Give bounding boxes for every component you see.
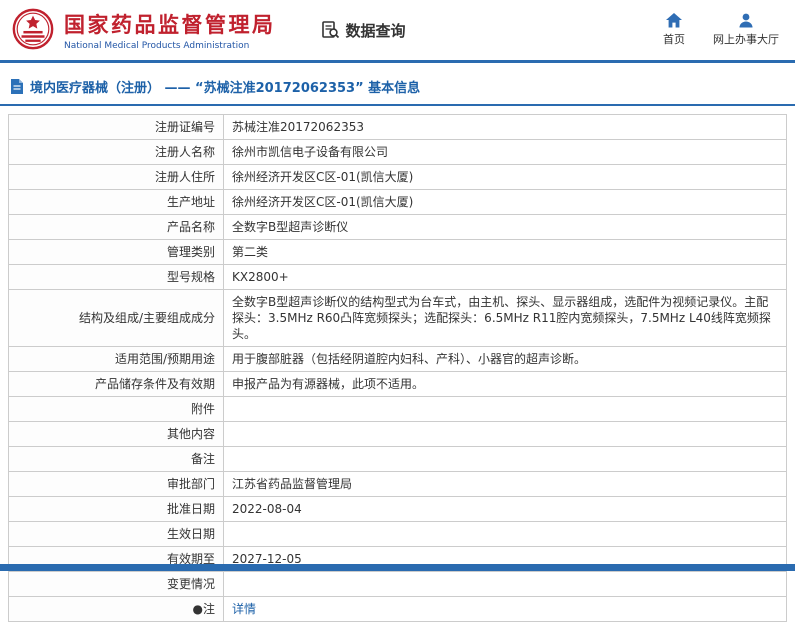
- row-label: 审批部门: [8, 471, 224, 497]
- header-right-nav: 首页 网上办事大厅: [663, 13, 779, 47]
- table-row: 备注: [8, 446, 787, 472]
- row-value: [223, 446, 787, 472]
- row-label: 生效日期: [8, 521, 224, 547]
- registration-info-table: 注册证编号 苏械注准20172062353 注册人名称 徐州市凯信电子设备有限公司 注册…: [8, 114, 787, 622]
- table-row: 附件: [8, 396, 787, 422]
- table-row: 注册人名称 徐州市凯信电子设备有限公司: [8, 139, 787, 165]
- data-query-icon: [321, 21, 339, 39]
- row-value: 详情: [223, 596, 787, 622]
- header: 国家药品监督管理局 National Medical Products Admi…: [0, 0, 795, 60]
- page-title-bar: 境内医疗器械（注册） —— “苏械注准20172062353” 基本信息: [0, 77, 795, 106]
- table-row: 产品储存条件及有效期 申报产品为有源器械，此项不适用。: [8, 371, 787, 397]
- row-value: 徐州经济开发区C区-01(凯信大厦): [223, 164, 787, 190]
- row-label: 注册证编号: [8, 114, 224, 140]
- online-hall-label: 网上办事大厅: [713, 33, 779, 46]
- table-row: 变更情况: [8, 571, 787, 597]
- table-row: ●注 详情: [8, 596, 787, 622]
- brand-text: 国家药品监督管理局 National Medical Products Admi…: [64, 9, 276, 51]
- row-value: 徐州经济开发区C区-01(凯信大厦): [223, 189, 787, 215]
- row-label: 附件: [8, 396, 224, 422]
- table-row: 生产地址 徐州经济开发区C区-01(凯信大厦): [8, 189, 787, 215]
- page-title: 境内医疗器械（注册） —— “苏械注准20172062353” 基本信息: [30, 81, 421, 96]
- row-value: 全数字B型超声诊断仪的结构型式为台车式，由主机、探头、显示器组成，选配件为视频记…: [223, 289, 787, 347]
- row-value: 申报产品为有源器械，此项不适用。: [223, 371, 787, 397]
- table-row: 注册证编号 苏械注准20172062353: [8, 114, 787, 140]
- agency-name-en: National Medical Products Administration: [64, 41, 250, 51]
- online-hall-link[interactable]: 网上办事大厅: [713, 13, 779, 47]
- row-value: 第二类: [223, 239, 787, 265]
- row-label: ●注: [8, 596, 224, 622]
- document-icon: [11, 79, 23, 94]
- data-query-nav[interactable]: 数据查询: [320, 20, 406, 41]
- row-label: 产品储存条件及有效期: [8, 371, 224, 397]
- home-label: 首页: [663, 33, 685, 46]
- data-query-label: 数据查询: [345, 21, 406, 40]
- row-label: 适用范围/预期用途: [8, 346, 224, 372]
- row-value: 苏械注准20172062353: [223, 114, 787, 140]
- table-row: 管理类别 第二类: [8, 239, 787, 265]
- table-row: 其他内容: [8, 421, 787, 447]
- row-value: [223, 396, 787, 422]
- table-row: 产品名称 全数字B型超声诊断仪: [8, 214, 787, 240]
- row-label: 结构及组成/主要组成成分: [8, 289, 224, 347]
- brand: 国家药品监督管理局 National Medical Products Admi…: [10, 7, 276, 53]
- row-value: KX2800+: [223, 264, 787, 290]
- row-value: 用于腹部脏器（包括经阴道腔内妇科、产科）、小器官的超声诊断。: [223, 346, 787, 372]
- table-row: 型号规格 KX2800+: [8, 264, 787, 290]
- user-icon: [739, 13, 753, 28]
- home-link[interactable]: 首页: [663, 13, 685, 47]
- home-icon: [666, 13, 682, 28]
- header-divider-bar: [0, 60, 795, 63]
- detail-link[interactable]: 详情: [232, 602, 256, 616]
- row-label: 批准日期: [8, 496, 224, 522]
- row-value: 江苏省药品监督管理局: [223, 471, 787, 497]
- table-row: 注册人住所 徐州经济开发区C区-01(凯信大厦): [8, 164, 787, 190]
- row-value: [223, 521, 787, 547]
- row-label: 产品名称: [8, 214, 224, 240]
- content-area: 注册证编号 苏械注准20172062353 注册人名称 徐州市凯信电子设备有限公司 注册…: [8, 114, 787, 622]
- row-value: 全数字B型超声诊断仪: [223, 214, 787, 240]
- row-value: 2022-08-04: [223, 496, 787, 522]
- agency-name-cn: 国家药品监督管理局: [64, 13, 276, 37]
- row-label: 注册人名称: [8, 139, 224, 165]
- row-label: 变更情况: [8, 571, 224, 597]
- table-row: 结构及组成/主要组成成分 全数字B型超声诊断仪的结构型式为台车式，由主机、探头、显…: [8, 289, 787, 347]
- table-row: 生效日期: [8, 521, 787, 547]
- row-label: 管理类别: [8, 239, 224, 265]
- row-label: 备注: [8, 446, 224, 472]
- row-label: 其他内容: [8, 421, 224, 447]
- row-label: 型号规格: [8, 264, 224, 290]
- table-row: 适用范围/预期用途 用于腹部脏器（包括经阴道腔内妇科、产科）、小器官的超声诊断。: [8, 346, 787, 372]
- row-value: [223, 421, 787, 447]
- footer-bar: [0, 564, 795, 571]
- nmpa-emblem-logo: [12, 8, 54, 50]
- row-label: 生产地址: [8, 189, 224, 215]
- row-value: 徐州市凯信电子设备有限公司: [223, 139, 787, 165]
- row-value: [223, 571, 787, 597]
- table-row: 批准日期 2022-08-04: [8, 496, 787, 522]
- table-row: 审批部门 江苏省药品监督管理局: [8, 471, 787, 497]
- row-label: 注册人住所: [8, 164, 224, 190]
